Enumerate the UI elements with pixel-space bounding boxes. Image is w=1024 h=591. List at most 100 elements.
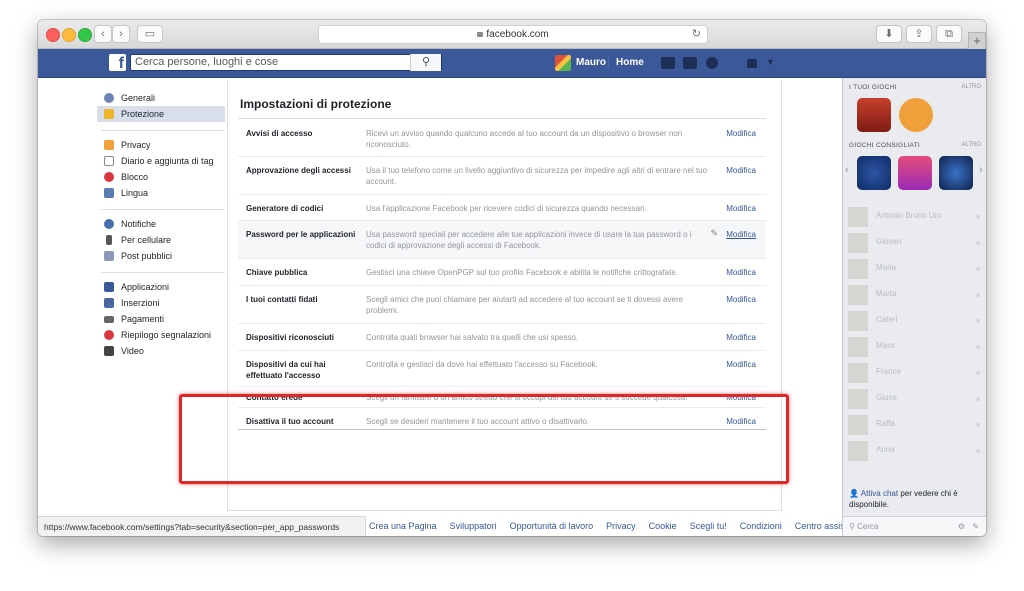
footer-link-crea-pagina[interactable]: Crea una Pagina bbox=[369, 521, 437, 531]
search-icon[interactable]: ⚲ bbox=[410, 54, 441, 71]
game-slot-icon[interactable] bbox=[857, 98, 891, 132]
sidebar-divider bbox=[101, 209, 225, 210]
chat-friend[interactable]: Giovan bbox=[848, 232, 984, 254]
sidebar-item-diario[interactable]: Diario e aggiunta di tag bbox=[99, 153, 225, 169]
tabs-icon[interactable]: ⧉ bbox=[936, 25, 962, 43]
sidebar-item-label: Blocco bbox=[121, 172, 149, 182]
compose-icon[interactable]: ✎ bbox=[972, 517, 979, 536]
sidebar-item-video[interactable]: Video bbox=[99, 343, 225, 359]
sidebar-divider bbox=[101, 130, 225, 131]
chat-search-input[interactable]: ⚲ Cerca ⚙ ✎ bbox=[843, 516, 986, 536]
search-input[interactable]: Cerca persone, luoghi e cose ⚲ bbox=[130, 54, 442, 71]
chat-settings-gear-icon[interactable]: ⚙ bbox=[958, 517, 965, 536]
edit-link[interactable]: Modifica bbox=[726, 332, 756, 343]
sidebar-item-inserzioni[interactable]: Inserzioni bbox=[99, 295, 225, 311]
sidebar-item-label: Post pubblici bbox=[121, 251, 173, 261]
edit-link[interactable]: Modifica bbox=[726, 359, 756, 370]
avatar bbox=[848, 415, 868, 435]
friend-requests-icon[interactable] bbox=[661, 57, 675, 69]
footer-link-privacy[interactable]: Privacy bbox=[606, 521, 636, 531]
sidebar-divider bbox=[101, 272, 225, 273]
game-poker-icon[interactable] bbox=[857, 156, 891, 190]
footer-link-assistenza[interactable]: Centro assistenza bbox=[795, 521, 842, 531]
sidebar-item-privacy[interactable]: Privacy bbox=[99, 137, 225, 153]
sidebar-item-post-pubblici[interactable]: Post pubblici bbox=[99, 248, 225, 264]
chat-friend[interactable]: France bbox=[848, 362, 984, 384]
edit-link[interactable]: Modifica bbox=[726, 203, 756, 214]
chat-friend[interactable]: Marta bbox=[848, 284, 984, 306]
pencil-icon: ✎ bbox=[710, 228, 718, 238]
settings-row-generatore-codici[interactable]: Generatore di codici Usa l'applicazione … bbox=[238, 195, 766, 221]
settings-row-dispositivi-accesso[interactable]: Dispositivi da cui hai effettuato l'acce… bbox=[238, 351, 766, 387]
close-window-button[interactable] bbox=[46, 28, 60, 42]
edit-link[interactable]: Modifica bbox=[726, 229, 756, 240]
sidebar-item-generali[interactable]: Generali bbox=[99, 90, 225, 106]
games-more-link[interactable]: ALTRO bbox=[961, 84, 981, 90]
edit-link[interactable]: Modifica bbox=[726, 294, 756, 305]
edit-link[interactable]: Modifica bbox=[726, 165, 756, 176]
sidebar-item-riepilogo[interactable]: Riepilogo segnalazioni bbox=[99, 327, 225, 343]
account-menu-chevron-down-icon[interactable]: ▼ bbox=[766, 57, 775, 67]
privacy-shortcuts-icon[interactable] bbox=[747, 59, 757, 68]
notifications-icon[interactable] bbox=[706, 57, 718, 69]
downloads-icon[interactable]: ⬇ bbox=[876, 25, 902, 43]
title-divider bbox=[238, 118, 766, 119]
settings-row-avvisi-accesso[interactable]: Avvisi di accesso Ricevi un avviso quand… bbox=[238, 120, 766, 157]
forward-icon[interactable]: › bbox=[112, 25, 130, 43]
carousel-right-icon[interactable]: › bbox=[979, 164, 983, 176]
carousel-left-icon[interactable]: ‹ bbox=[845, 164, 849, 176]
chat-friend[interactable]: Antonio Bruno Um bbox=[848, 206, 984, 228]
enable-chat-link[interactable]: Attiva chat bbox=[861, 489, 898, 498]
chat-friend[interactable]: Cateri bbox=[848, 310, 984, 332]
game-bubble-icon[interactable] bbox=[898, 156, 932, 190]
avatar bbox=[848, 441, 868, 461]
chat-friend[interactable]: Maria bbox=[848, 258, 984, 280]
share-icon[interactable]: ⇪ bbox=[906, 25, 932, 43]
chat-friend[interactable]: Anna bbox=[848, 440, 984, 462]
suggested-games-more-link[interactable]: ALTRO bbox=[961, 142, 981, 148]
footer-link-condizioni[interactable]: Condizioni bbox=[740, 521, 782, 531]
footer-link-cookie[interactable]: Cookie bbox=[649, 521, 677, 531]
minimize-window-button[interactable] bbox=[62, 28, 76, 42]
sidebar-item-cellulare[interactable]: Per cellulare bbox=[99, 232, 225, 248]
chat-friend[interactable]: Giuse bbox=[848, 388, 984, 410]
row-description: Usa il tuo telefono come un livello aggi… bbox=[366, 166, 708, 186]
status-dot-icon bbox=[976, 423, 980, 427]
footer-link-lavoro[interactable]: Opportunità di lavoro bbox=[510, 521, 594, 531]
new-tab-button[interactable]: + bbox=[968, 32, 986, 50]
footer-link-scegli-tu[interactable]: Scegli tu! bbox=[690, 521, 727, 531]
settings-row-approvazione-accessi[interactable]: Approvazione degli accessi Usa il tuo te… bbox=[238, 157, 766, 195]
messages-icon[interactable] bbox=[683, 57, 697, 69]
sidebar-item-applicazioni[interactable]: Applicazioni bbox=[99, 279, 225, 295]
settings-row-chiave-pubblica[interactable]: Chiave pubblica Gestisci una chiave Open… bbox=[238, 259, 766, 286]
game-quiz-icon[interactable] bbox=[899, 98, 933, 132]
chat-user-icon: 👤 bbox=[849, 489, 861, 498]
sidebar-item-notifiche[interactable]: Notifiche bbox=[99, 216, 225, 232]
footer-link-sviluppatori[interactable]: Sviluppatori bbox=[450, 521, 497, 531]
facebook-logo-icon[interactable]: f bbox=[109, 54, 126, 71]
address-text: facebook.com bbox=[486, 29, 549, 40]
sidebar-toggle-icon[interactable]: ▭ bbox=[137, 25, 163, 43]
row-label: Generatore di codici bbox=[246, 204, 324, 213]
sidebar-item-protezione[interactable]: Protezione bbox=[97, 106, 225, 122]
settings-row-password-applicazioni[interactable]: Password per le applicazioni Usa passwor… bbox=[238, 221, 766, 259]
edit-link[interactable]: Modifica bbox=[726, 128, 756, 139]
sidebar-item-lingua[interactable]: Lingua bbox=[99, 185, 225, 201]
home-link[interactable]: Home bbox=[616, 55, 644, 71]
chat-friend[interactable]: Mass bbox=[848, 336, 984, 358]
edit-link[interactable]: Modifica bbox=[726, 267, 756, 278]
address-bar[interactable]: facebook.com ↻ bbox=[318, 25, 708, 44]
reload-icon[interactable]: ↻ bbox=[692, 26, 701, 43]
zoom-window-button[interactable] bbox=[78, 28, 92, 42]
game-quiz-show-icon[interactable] bbox=[939, 156, 973, 190]
chat-search-placeholder: Cerca bbox=[857, 522, 879, 531]
status-dot-icon bbox=[976, 241, 980, 245]
sidebar-item-blocco[interactable]: Blocco bbox=[99, 169, 225, 185]
settings-row-contatti-fidati[interactable]: I tuoi contatti fidati Scegli amici che … bbox=[238, 286, 766, 324]
sidebar-item-pagamenti[interactable]: Pagamenti bbox=[99, 311, 225, 327]
search-icon: ⚲ bbox=[849, 522, 858, 531]
settings-row-dispositivi-riconosciuti[interactable]: Dispositivi riconosciuti Controlla quali… bbox=[238, 324, 766, 351]
back-icon[interactable]: ‹ bbox=[94, 25, 112, 43]
chat-friend[interactable]: Raffa bbox=[848, 414, 984, 436]
profile-link[interactable]: Mauro bbox=[555, 55, 606, 71]
